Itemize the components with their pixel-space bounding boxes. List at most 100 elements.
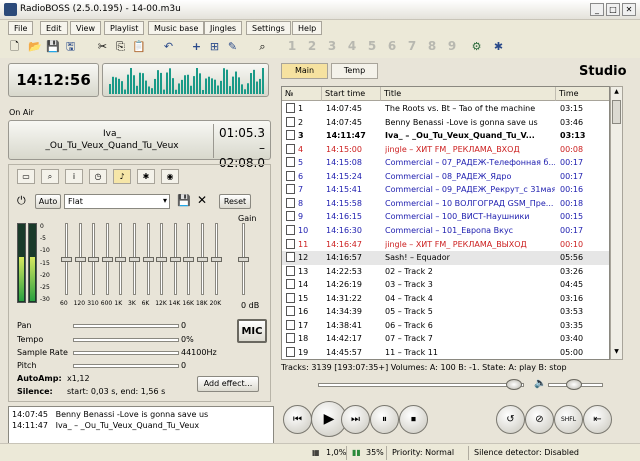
scroll-down-icon[interactable]: ▼ [612,348,621,358]
power-icon[interactable]: ⏻ [17,194,26,208]
auto-button[interactable]: Auto [35,194,61,209]
history-item[interactable]: 14:11:47 Iva_ – _Ou_Tu_Veux_Quand_Tu_Veu… [12,420,270,431]
playlist-3-button[interactable]: 3 [326,39,338,53]
table-row[interactable]: 1 14:07:45 The Roots vs. Bt – Tao of the m… [282,102,609,116]
menu-view[interactable]: View [70,21,101,35]
eq-band-thumb[interactable] [88,257,100,262]
table-row[interactable]: 8 14:15:58 Commercial – 10 ВОЛГОГРАД GSM_П… [282,197,609,211]
table-row[interactable]: 14 14:26:19 03 – Track 3 04:45 [282,278,609,292]
pitch-slider[interactable] [73,364,179,368]
previous-button[interactable]: ⏮ [283,405,312,434]
playlist-6-button[interactable]: 6 [386,39,398,53]
eq-band-thumb[interactable] [169,257,181,262]
stop-button[interactable]: ⏹ [399,405,428,434]
playlist-scrollbar[interactable]: ▲ ▼ [610,86,623,360]
eq-band-thumb[interactable] [183,257,195,262]
effects-tab-icon[interactable]: ✱ [137,169,155,184]
open-folder-icon[interactable]: 📂 [28,40,42,53]
cut-icon[interactable]: ✂ [96,40,109,53]
menu-file[interactable]: File [8,21,34,35]
playlist-8-button[interactable]: 8 [426,39,438,53]
table-row[interactable]: 7 14:15:41 Commercial – 09_РАДЕЖ_Рекрут_с … [282,183,609,197]
edit-icon[interactable]: ✎ [226,40,239,53]
save-icon[interactable]: 💾 [46,40,60,53]
table-row[interactable]: 10 14:16:30 Commercial – 101_Европа Вкус 00… [282,224,609,238]
eq-band-thumb[interactable] [142,257,154,262]
table-row[interactable]: 12 14:16:57 Sash! – Equador 05:56 [282,251,609,265]
column-time[interactable]: Time [556,87,609,101]
menu-playlist[interactable]: Playlist [104,21,145,35]
next-button[interactable]: ⏭ [341,405,370,434]
folder-tab-icon[interactable]: ▭ [17,169,35,184]
playlist-7-button[interactable]: 7 [406,39,418,53]
menu-help[interactable]: Help [292,21,323,35]
table-row[interactable]: 15 14:31:22 04 – Track 4 03:16 [282,292,609,306]
gain-thumb[interactable] [238,257,249,262]
paste-icon[interactable]: 📋 [132,40,146,53]
return-button[interactable]: ⇤ [583,405,612,434]
info-tab-icon[interactable]: i [65,169,83,184]
delete-preset-icon[interactable]: ✕ [197,193,207,207]
find-icon[interactable]: ⌕ [256,40,269,53]
close-button[interactable]: ✕ [622,3,636,16]
eq-band-thumb[interactable] [101,257,113,262]
copy-icon[interactable]: ⎘ [114,40,127,53]
repeat-button[interactable]: ↺ [496,405,525,434]
tab-temp[interactable]: Temp [331,63,378,79]
scheduler-icon[interactable]: ⚙ [470,40,483,53]
pan-slider[interactable] [73,324,179,328]
eq-band-thumb[interactable] [74,257,86,262]
eq-band-thumb[interactable] [129,257,140,262]
minimize-button[interactable]: _ [590,3,604,16]
pause-button[interactable]: ⏸ [370,405,399,434]
tools-icon[interactable]: ✱ [492,40,505,53]
playlist-9-button[interactable]: 9 [446,39,458,53]
eq-band-thumb[interactable] [210,257,222,262]
column-title[interactable]: Title [381,87,556,101]
scroll-thumb[interactable] [612,100,621,124]
position-slider[interactable] [318,383,524,387]
save-preset-icon[interactable]: 💾 [177,194,191,207]
eq-band-thumb[interactable] [197,257,208,262]
eq-preset-select[interactable]: Flat ▾ [64,194,170,209]
clock-tab-icon[interactable]: ◷ [89,169,107,184]
table-row[interactable]: 18 14:42:17 07 – Track 7 03:40 [282,332,609,346]
shuffle-button[interactable]: SHFL [554,405,583,434]
undo-icon[interactable]: ↶ [162,40,175,53]
table-row[interactable]: 9 14:16:15 Commercial – 100_ВИСТ-Наушники 0… [282,210,609,224]
equalizer-tab-icon[interactable]: ♪ [113,169,131,184]
menu-settings[interactable]: Settings [246,21,291,35]
playlist-1-button[interactable]: 1 [286,39,298,53]
maximize-button[interactable]: □ [606,3,620,16]
history-item[interactable]: 14:07:45 Benny Benassi -Love is gonna sa… [12,409,270,420]
column-number[interactable]: № [282,87,322,101]
sample-rate-slider[interactable] [73,351,179,355]
menu-music-base[interactable]: Music base [148,21,205,35]
tab-main[interactable]: Main [281,63,328,79]
eq-band-thumb[interactable] [156,257,168,262]
reset-button[interactable]: Reset [219,194,251,209]
table-row[interactable]: 4 14:15:00 jingle – ХИТ FM_ РЕКЛАМА_ВХОД 00… [282,143,609,157]
scroll-up-icon[interactable]: ▲ [612,88,621,98]
add-track-icon[interactable]: ⊞ [208,40,221,53]
search-tab-icon[interactable]: ⌕ [41,169,59,184]
disable-button[interactable]: ⊘ [525,405,554,434]
menu-jingles[interactable]: Jingles [204,21,243,35]
table-row[interactable]: 5 14:15:08 Commercial – 07_РАДЕЖ-Телефонна… [282,156,609,170]
mic-button[interactable]: MIC [237,319,267,343]
position-thumb[interactable] [506,379,522,390]
eq-band-thumb[interactable] [115,257,127,262]
column-start-time[interactable]: Start time [322,87,381,101]
record-tab-icon[interactable]: ◉ [161,169,179,184]
playlist-5-button[interactable]: 5 [366,39,378,53]
save-as-icon[interactable]: 🖫 [64,40,77,53]
eq-band-thumb[interactable] [61,257,72,262]
tempo-slider[interactable] [73,338,179,342]
playlist-2-button[interactable]: 2 [306,39,318,53]
playlist-table[interactable]: № Start time Title Time 1 14:07:45 The Roo… [281,86,610,360]
table-row[interactable]: 3 14:11:47 Iva_ – _Ou_Tu_Veux_Quand_Tu_V..… [282,129,609,143]
table-row[interactable]: 2 14:07:45 Benny Benassi -Love is gonna sa… [282,116,609,130]
table-row[interactable]: 6 14:15:24 Commercial – 08_РАДЕЖ_Ядро 00:17 [282,170,609,184]
table-row[interactable]: 19 14:45:57 11 – Track 11 05:00 [282,346,609,359]
menu-edit[interactable]: Edit [40,21,68,35]
